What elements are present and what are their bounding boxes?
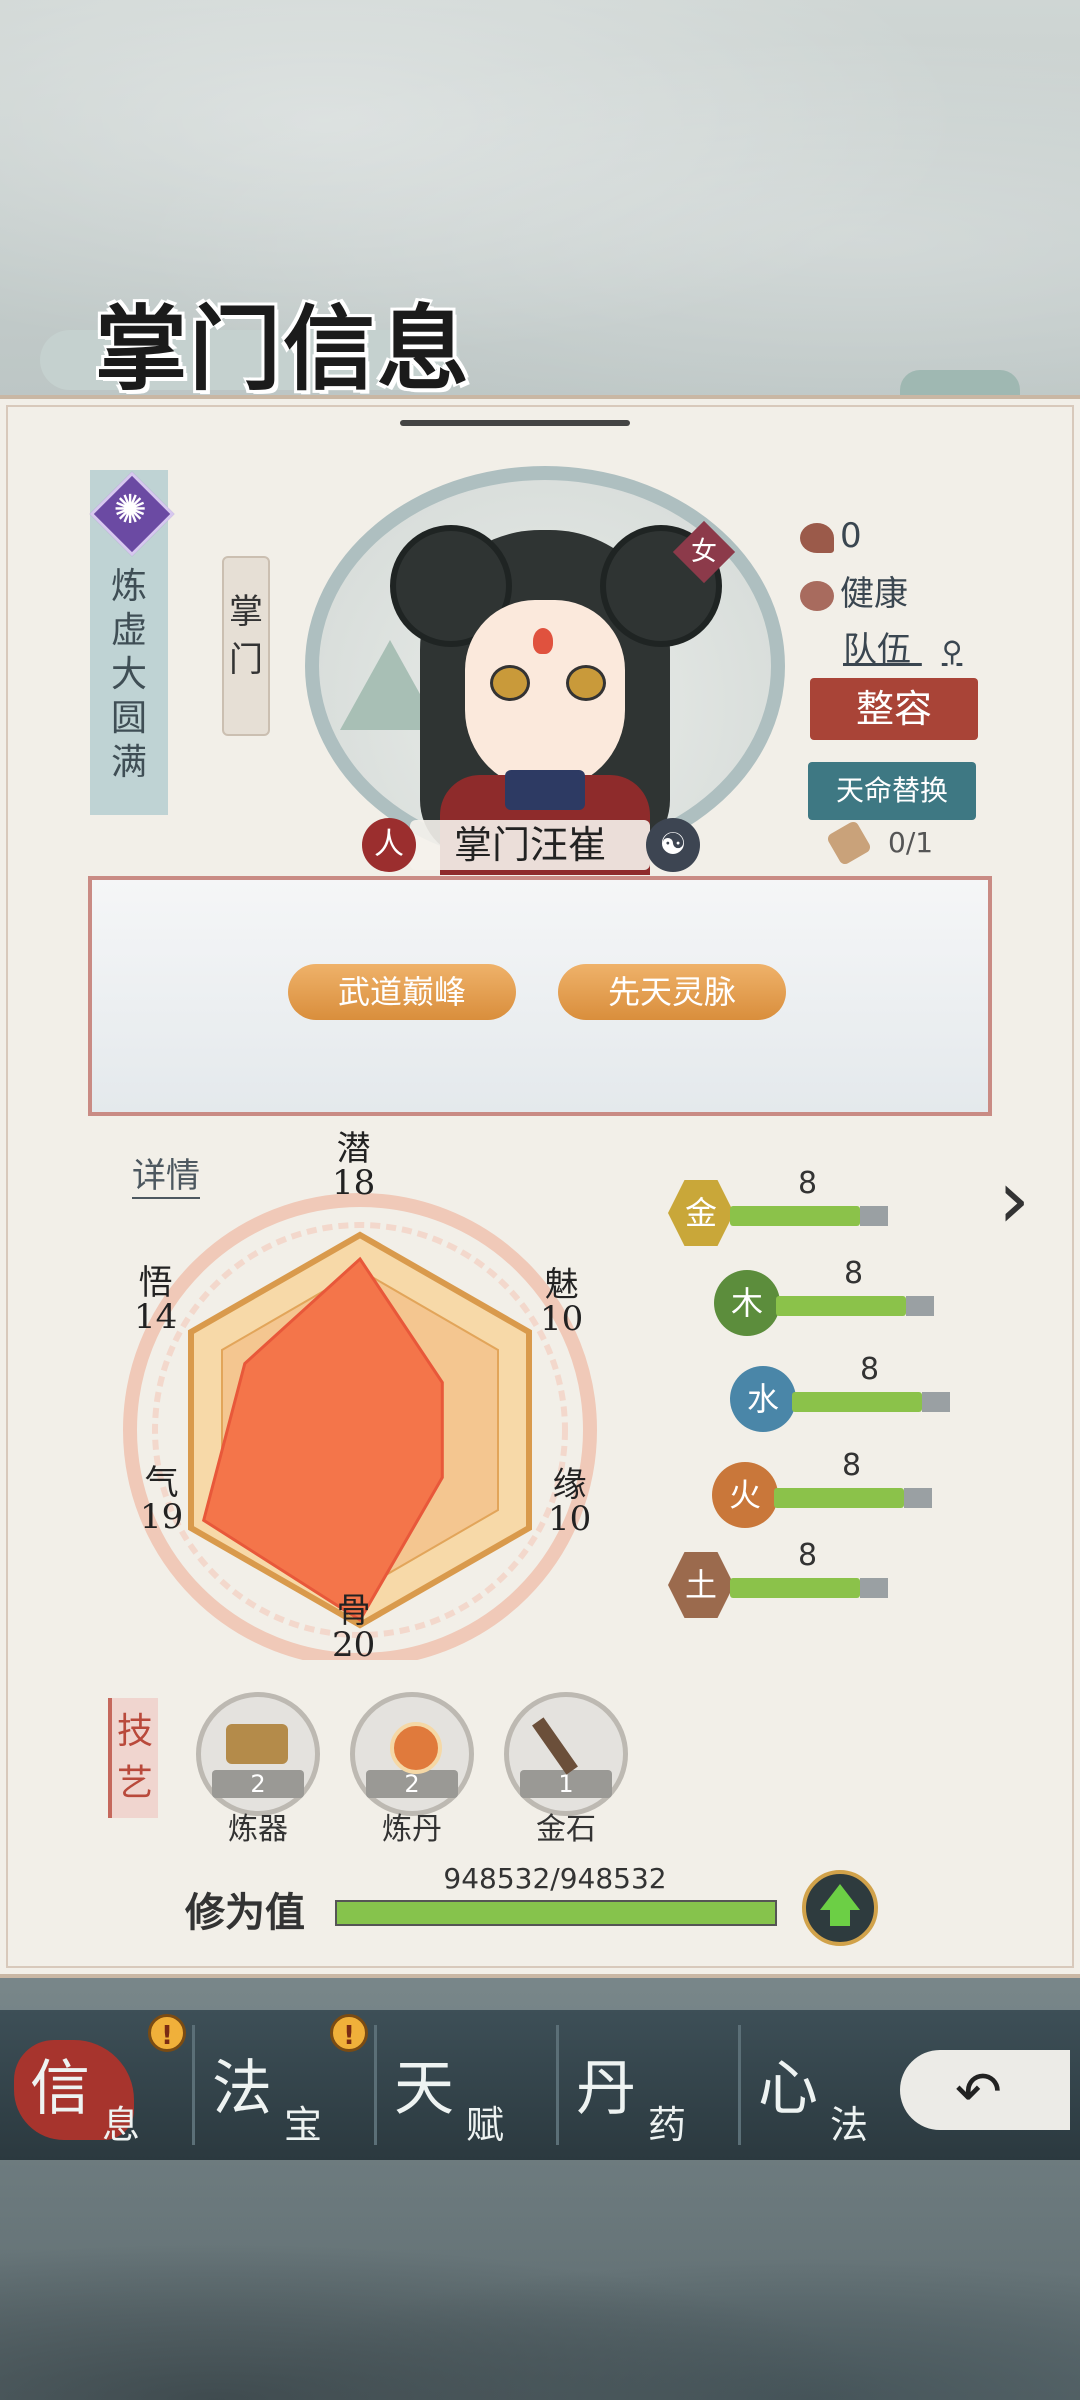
element-value: 8 [860,1352,880,1387]
fame-value: 0 [840,516,862,556]
element-icon: 火 [712,1462,778,1528]
skill-level: 2 [366,1770,458,1798]
element-bar-cap [904,1488,932,1508]
attribute-radar-chart [123,1193,597,1660]
element-bar-cap [860,1206,888,1226]
attr-label-wu: 悟 14 [134,1263,178,1337]
element-value: 8 [798,1166,818,1201]
element-bar [730,1206,860,1226]
nav-tab-sub: 宝 [284,2103,323,2147]
alert-icon: ! [330,2014,368,2052]
skills-tab: 技艺 [108,1698,158,1818]
nav-separator [556,2025,559,2145]
skill-name: 炼器 [228,1812,288,1847]
makeover-button[interactable]: 整容 [810,678,978,740]
nav-tab-sub: 息 [102,2103,141,2147]
next-chevron-icon[interactable]: › [998,1160,1058,1240]
attr-label-yuan: 缘 10 [548,1465,592,1539]
talent-tag[interactable]: 武道巅峰 [288,964,516,1020]
health-stat: 健康 [800,566,908,615]
attr-label-gu: 骨 20 [332,1591,376,1665]
attr-label-qian: 潜 18 [332,1129,376,1203]
nav-separator [192,2025,195,2145]
character-collar [505,770,585,810]
mountain-background [0,2200,1080,2400]
attr-label-qi: 气 19 [140,1463,184,1537]
nav-tab-2[interactable]: 天 [394,2040,454,2127]
cultivation-bar [335,1900,777,1926]
realm-label: 炼虚大圆满 [110,566,147,783]
element-bar [776,1296,906,1316]
title-brush-line [400,420,630,426]
element-value: 8 [844,1256,864,1291]
nav-separator [738,2025,741,2145]
cultivation-bar-fill [337,1902,775,1924]
element-value: 8 [842,1448,862,1483]
element-bar [774,1488,904,1508]
pill-icon [390,1722,442,1774]
element-bar [730,1578,860,1598]
element-bar-cap [906,1296,934,1316]
flag-icon [800,522,834,553]
nav-tab-sub: 药 [648,2103,687,2147]
element-bar-cap [860,1578,888,1598]
nav-tab-0[interactable]: 信 [30,2040,90,2127]
health-value: 健康 [840,574,908,614]
fame-stat: 0 [800,516,862,556]
cultivation-value: 948532/948532 [443,1862,667,1895]
skill-name: 金石 [536,1812,596,1847]
character-eye-right [566,665,606,701]
skill-name: 炼丹 [382,1812,442,1847]
element-bar-cap [922,1392,950,1412]
nav-separator [374,2025,377,2145]
location-pin-icon: ⚲ [941,635,963,668]
heart-icon [800,580,834,611]
talent-tag[interactable]: 先天灵脉 [558,964,786,1020]
nav-tab-3[interactable]: 丹 [576,2040,636,2127]
skill-level: 2 [212,1770,304,1798]
page-title: 掌门信息 [95,295,472,403]
fate-replace-button[interactable]: 天命替换 [808,762,976,820]
gender-label: 女 [690,537,717,567]
cultivation-label: 修为值 [185,1889,305,1936]
human-badge: 人 [362,818,416,872]
swirl-icon: ✺ [113,487,147,533]
nav-tab-sub: 赋 [466,2103,505,2147]
forehead-mark [533,628,553,654]
attr-label-mei: 魅 10 [540,1265,584,1339]
talent-box [88,876,992,1116]
leader-name[interactable]: 掌门汪崔 [410,822,650,868]
up-arrow-stem [830,1908,850,1926]
fate-count: 0/1 [888,826,934,859]
team-label: 队伍 [843,630,911,670]
taiji-badge: ☯ [646,818,700,872]
up-arrow-icon [820,1884,860,1910]
back-arrow-icon: ↶ [955,2060,1002,2125]
nav-tab-sub: 法 [830,2103,869,2147]
nav-tab-4[interactable]: 心 [758,2040,818,2127]
element-value: 8 [798,1538,818,1573]
character-eye-left [490,665,530,701]
role-tag: 掌门 [222,556,270,736]
cauldron-icon [226,1724,288,1764]
team-link[interactable]: 队伍 ⚲ [843,622,962,671]
element-bar [792,1392,922,1412]
element-icon: 木 [714,1270,780,1336]
element-icon: 水 [730,1366,796,1432]
alert-icon: ! [148,2014,186,2052]
nav-tab-1[interactable]: 法 [212,2040,272,2127]
